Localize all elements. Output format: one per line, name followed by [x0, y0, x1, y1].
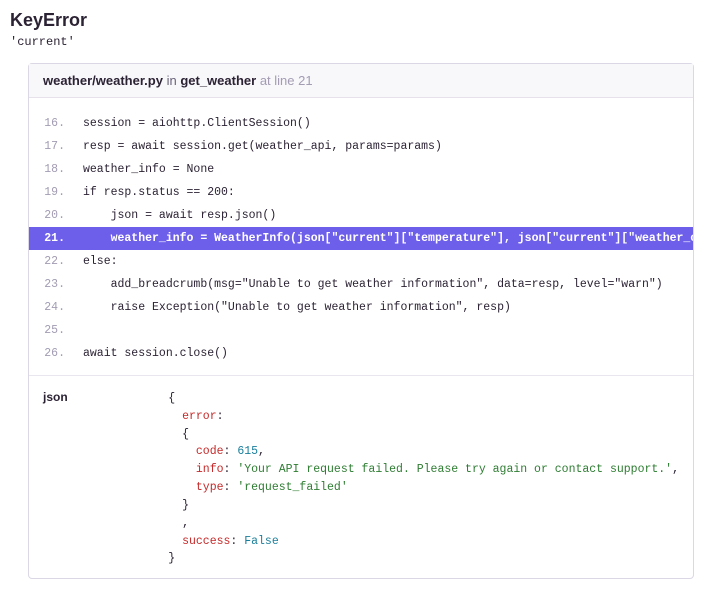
source-line[interactable]: 25. [29, 319, 693, 342]
line-number: 24. [29, 296, 77, 319]
line-number: 26. [29, 342, 77, 365]
source-line[interactable]: 23. add_breadcrumb(msg="Unable to get we… [29, 273, 693, 296]
frame-in-word: in [167, 73, 177, 88]
frame-file: weather/weather.py [43, 73, 163, 88]
line-number: 20. [29, 204, 77, 227]
line-number: 25. [29, 319, 77, 342]
line-code: weather_info = WeatherInfo(json["current… [77, 227, 693, 250]
line-code: else: [77, 250, 693, 273]
source-line[interactable]: 17.resp = await session.get(weather_api,… [29, 135, 693, 158]
line-code: session = aiohttp.ClientSession() [77, 112, 693, 135]
line-number: 16. [29, 112, 77, 135]
line-number: 17. [29, 135, 77, 158]
local-variables: json { error: { code: 615, info: 'Your A… [29, 375, 693, 578]
line-number: 23. [29, 273, 77, 296]
line-number: 22. [29, 250, 77, 273]
source-line[interactable]: 18.weather_info = None [29, 158, 693, 181]
frame-at-word: at line [260, 73, 295, 88]
source-line[interactable]: 19.if resp.status == 200: [29, 181, 693, 204]
line-code: weather_info = None [77, 158, 693, 181]
source-line[interactable]: 22.else: [29, 250, 693, 273]
frame-header[interactable]: weather/weather.py in get_weather at lin… [29, 64, 693, 98]
line-number: 21. [29, 227, 77, 250]
source-line[interactable]: 26.await session.close() [29, 342, 693, 365]
line-code: raise Exception("Unable to get weather i… [77, 296, 693, 319]
source-line[interactable]: 16.session = aiohttp.ClientSession() [29, 112, 693, 135]
frame-function: get_weather [180, 73, 256, 88]
line-number: 18. [29, 158, 77, 181]
source-code: 16.session = aiohttp.ClientSession()17.r… [29, 98, 693, 375]
line-number: 19. [29, 181, 77, 204]
error-title: KeyError [10, 10, 694, 31]
source-line-highlighted[interactable]: 21. weather_info = WeatherInfo(json["cur… [29, 227, 693, 250]
error-value: 'current' [10, 35, 694, 49]
frame-line-number: 21 [298, 73, 312, 88]
line-code: json = await resp.json() [77, 204, 693, 227]
line-code [77, 319, 693, 342]
source-line[interactable]: 20. json = await resp.json() [29, 204, 693, 227]
variable-value: { error: { code: 615, info: 'Your API re… [168, 390, 679, 568]
line-code: resp = await session.get(weather_api, pa… [77, 135, 693, 158]
stack-frame: weather/weather.py in get_weather at lin… [28, 63, 694, 579]
line-code: if resp.status == 200: [77, 181, 693, 204]
variable-name: json [43, 390, 168, 568]
source-line[interactable]: 24. raise Exception("Unable to get weath… [29, 296, 693, 319]
line-code: add_breadcrumb(msg="Unable to get weathe… [77, 273, 693, 296]
line-code: await session.close() [77, 342, 693, 365]
